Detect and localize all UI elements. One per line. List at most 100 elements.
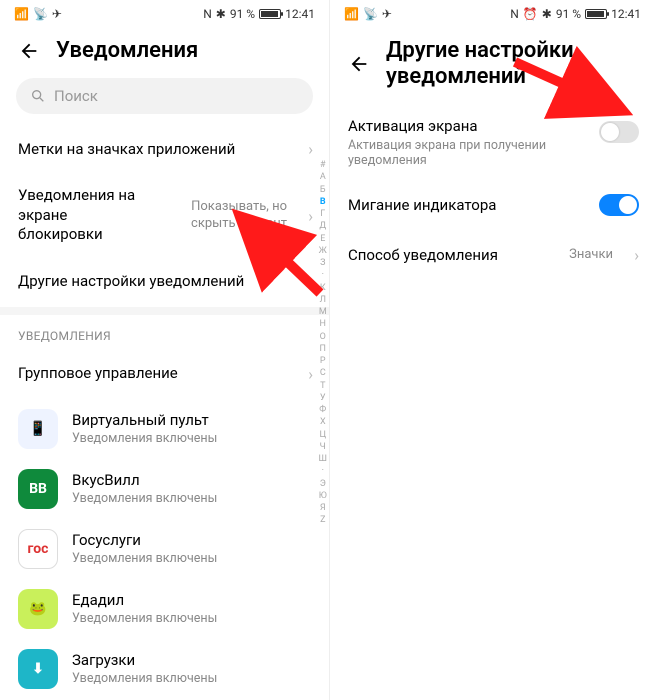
index-letter[interactable]: Ж [319,246,327,257]
index-letter[interactable]: Ш [319,454,327,465]
chevron-right-icon: › [634,246,639,265]
index-letter[interactable]: Д [319,221,326,232]
search-input[interactable]: Поиск [16,78,313,114]
toggle-led-blink[interactable] [599,194,639,216]
row-notification-mode[interactable]: Способ уведомления Значки › [330,230,655,280]
index-letter[interactable]: · [322,466,324,477]
index-letter[interactable]: Р [320,356,326,367]
index-letter[interactable]: З [320,258,325,269]
app-row[interactable]: госГосуслугиУведомления включены [0,519,329,579]
clock: 12:41 [285,7,315,21]
header: Уведомления [0,28,329,78]
clock: 12:41 [611,7,641,21]
row-app-badges[interactable]: Метки на значках приложений › [0,124,329,174]
row-group-management[interactable]: Групповое управление › [0,349,329,399]
index-letter[interactable]: В [320,197,326,208]
app-row[interactable]: ⬇ Загрузки Уведомления включены [0,639,329,699]
header: Другие настройки уведомлений [330,28,655,105]
app-row[interactable]: 📱Виртуальный пультУведомления включены [0,399,329,459]
section-title: УВЕДОМЛЕНИЯ [0,315,329,349]
app-icon: ⬇ [18,649,58,689]
app-icon: ВВ [18,469,58,509]
chevron-right-icon: › [308,140,313,159]
wifi-icon: 📡 [33,7,48,21]
index-letter[interactable]: · [322,270,324,281]
status-bar: 📶 📡 ✈ N ✱ 91 % 12:41 [0,0,329,28]
chevron-right-icon: › [308,272,313,291]
index-letter[interactable]: Ф [319,405,326,416]
app-icon: гос [18,529,58,569]
alarm-icon: ⏰ [523,7,538,21]
row-label: Мигание индикатора [348,196,496,216]
page-title: Другие настройки уведомлений [386,38,637,91]
battery-icon [259,9,281,19]
app-icon: 📱 [18,409,58,449]
alpha-index-rail[interactable]: #АБВГДЕЖЗ·КЛМНОПРСТУФХЦЧШ·ЭЮЯZ [319,160,327,527]
index-letter[interactable]: Б [320,185,326,196]
app-row[interactable]: 🐸 Едадил Уведомления включены [0,579,329,639]
row-value: Показывать, но скрыть контент [147,199,287,233]
chevron-right-icon: › [308,364,313,383]
app-sub: Уведомления включены [72,611,217,626]
toggle-screen-wake[interactable] [599,121,639,143]
row-more-notification-settings[interactable]: Другие настройки уведомлений › [0,257,329,307]
index-letter[interactable]: А [320,172,326,183]
apps-list: 📱Виртуальный пультУведомления включеныВВ… [0,399,329,699]
back-button[interactable] [18,40,40,62]
signal-icon: 📶 [344,7,359,21]
back-button[interactable] [348,53,370,75]
index-letter[interactable]: # [320,160,326,171]
index-letter[interactable]: Т [320,381,325,392]
bluetooth-icon: ✱ [542,7,552,21]
notifications-screen: 📶 📡 ✈ N ✱ 91 % 12:41 Уведомления Поиск [0,0,330,700]
chevron-right-icon: › [308,206,313,225]
search-icon [30,88,46,104]
row-label: Активация экрана [348,117,558,137]
battery-pct: 91 % [230,7,255,21]
index-letter[interactable]: Е [320,234,325,245]
index-letter[interactable]: Н [320,319,326,330]
status-bar: 📶 📡 ✈ N ⏰ ✱ 91 % 12:41 [330,0,655,28]
index-letter[interactable]: Ч [320,442,326,453]
nfc-icon: N [510,7,519,21]
row-label: Способ уведомления [348,246,498,266]
index-letter[interactable]: Ю [319,491,327,502]
app-row[interactable]: ВВ ВкусВилл Уведомления включены [0,459,329,519]
signal-icon: 📶 [14,7,29,21]
index-letter[interactable]: С [320,368,326,379]
index-letter[interactable]: У [320,393,326,404]
index-letter[interactable]: Э [320,479,326,490]
app-name: ВкусВилл [72,471,217,489]
wifi-icon: 📡 [363,7,378,21]
index-letter[interactable]: Л [320,295,326,306]
bluetooth-icon: ✱ [216,7,226,21]
index-letter[interactable]: Ц [319,430,326,441]
index-letter[interactable]: О [320,332,326,343]
row-screen-wake[interactable]: Активация экрана Активация экрана при по… [330,105,655,181]
app-sub: Уведомления включены [72,431,217,446]
index-letter[interactable]: Я [320,503,326,514]
app-name: Загрузки [72,651,217,669]
index-letter[interactable]: М [319,307,327,318]
telegram-icon: ✈ [52,7,62,21]
app-sub: Уведомления включены [72,551,217,566]
row-label: Метки на значках приложений [18,140,235,160]
telegram-icon: ✈ [382,7,392,21]
app-name: Едадил [72,591,217,609]
app-sub: Уведомления включены [72,671,217,686]
row-lockscreen-notifications[interactable]: Уведомления на экране блокировки Показыв… [0,174,329,257]
app-sub: Уведомления включены [72,491,217,506]
battery-pct: 91 % [556,7,581,21]
index-letter[interactable]: Г [320,209,325,220]
index-letter[interactable]: П [320,344,326,355]
nfc-icon: N [203,7,212,21]
index-letter[interactable]: Z [320,515,325,526]
row-label: Групповое управление [18,364,178,384]
more-notification-settings-screen: 📶 📡 ✈ N ⏰ ✱ 91 % 12:41 Другие настройки … [330,0,655,700]
index-letter[interactable]: К [320,283,326,294]
section-divider [0,307,329,315]
index-letter[interactable]: Х [320,417,326,428]
row-led-blink[interactable]: Мигание индикатора [330,180,655,230]
row-label: Другие настройки уведомлений [18,272,244,292]
app-icon: 🐸 [18,589,58,629]
